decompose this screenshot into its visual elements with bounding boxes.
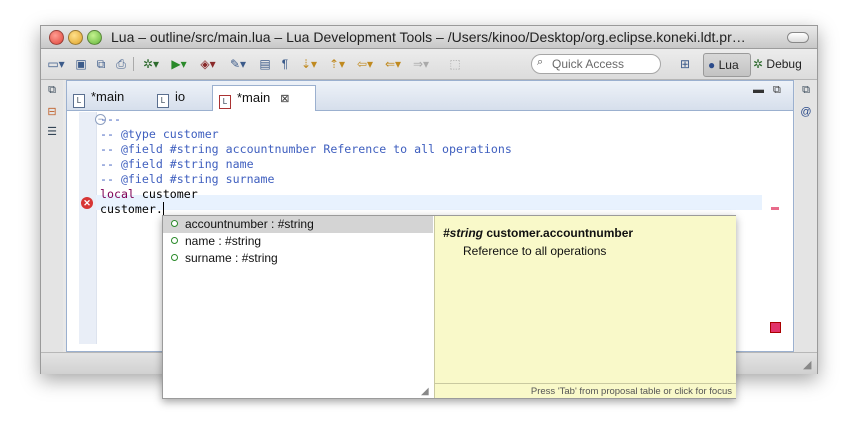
minimize-icon[interactable]: ▬ xyxy=(753,84,764,96)
error-marker-icon[interactable]: ✕ xyxy=(81,197,93,209)
info-description: Reference to all operations xyxy=(463,244,607,258)
editor-tab-bar: L *main Lio L *main ⊠ ▬ ⧉ xyxy=(67,81,793,111)
code-line: -- @field #string surname xyxy=(100,172,275,186)
content-assist-popup: accountnumber : #string name : #string s… xyxy=(162,215,736,399)
run-icon[interactable]: ▶▾ xyxy=(167,55,191,73)
info-name: customer.accountnumber xyxy=(486,226,634,240)
restore-icon[interactable]: ⧉ xyxy=(46,84,58,96)
debug-bug-icon[interactable]: ✲▾ xyxy=(139,55,163,73)
debug-perspective-icon: ✲ xyxy=(753,57,764,71)
identifier-token: customer xyxy=(134,187,198,201)
zoom-window-button[interactable] xyxy=(87,30,102,45)
info-footer-text: Press 'Tab' from proposal table or click… xyxy=(530,386,732,397)
tab-main-1[interactable]: L *main xyxy=(73,85,149,110)
project-explorer-icon[interactable]: ⊟ xyxy=(46,106,58,118)
resize-grip-icon[interactable]: ◢ xyxy=(803,358,811,371)
previous-annotation-icon[interactable]: ⇡▾ xyxy=(325,55,349,73)
save-icon[interactable]: ▣ xyxy=(73,55,89,73)
proposal-label: name : #string xyxy=(185,234,262,248)
tab-label: io xyxy=(175,89,186,104)
proposal-info-pane[interactable]: #string customer.accountnumber Reference… xyxy=(434,216,736,398)
forward-icon[interactable]: ⇒▾ xyxy=(409,55,433,73)
tab-io[interactable]: Lio xyxy=(157,85,207,110)
right-trim-stack: ⧉ @ xyxy=(795,80,817,373)
proposal-item[interactable]: surname : #string xyxy=(163,250,433,267)
save-all-icon[interactable]: ⧉ xyxy=(93,55,109,73)
restore-icon[interactable]: ⧉ xyxy=(800,84,812,96)
close-tab-icon[interactable]: ⊠ xyxy=(280,93,289,105)
outline-view-icon[interactable]: ☰ xyxy=(46,126,58,138)
lua-perspective-icon: ● xyxy=(708,58,716,72)
text-caret xyxy=(162,202,164,215)
code-line: --- xyxy=(100,112,121,126)
pin-editor-icon[interactable]: ⬚ xyxy=(447,55,463,73)
annotation-marker[interactable] xyxy=(771,207,779,210)
vertical-ruler[interactable] xyxy=(79,112,97,344)
lua-file-icon: L xyxy=(73,94,85,108)
print-icon[interactable]: ⎙ xyxy=(113,55,129,73)
info-title: #string customer.accountnumber xyxy=(443,226,633,240)
error-summary-marker[interactable] xyxy=(770,322,781,333)
code-line-current: customer. xyxy=(100,202,164,217)
perspective-debug-button[interactable]: ✲ Debug xyxy=(753,53,809,75)
info-footer: Press 'Tab' from proposal table or click… xyxy=(435,383,736,399)
window-title: Lua – outline/src/main.lua – Lua Develop… xyxy=(111,29,746,45)
field-icon xyxy=(171,237,178,244)
code-line: -- @field #string name xyxy=(100,157,254,171)
field-icon xyxy=(171,254,178,261)
back-icon[interactable]: ⇐▾ xyxy=(381,55,405,73)
quick-access-field[interactable]: ⌕ Quick Access xyxy=(531,54,661,74)
proposal-label: accountnumber : #string xyxy=(185,217,314,231)
code-line: local customer xyxy=(100,187,198,202)
proposal-item[interactable]: name : #string xyxy=(163,233,433,250)
search-icon: ⌕ xyxy=(537,56,544,68)
minimize-window-button[interactable] xyxy=(68,30,83,45)
new-file-icon[interactable]: ▭▾ xyxy=(45,55,67,73)
tab-main-active[interactable]: L *main ⊠ xyxy=(212,85,316,111)
next-annotation-icon[interactable]: ⇣▾ xyxy=(297,55,321,73)
tab-label: *main xyxy=(237,90,271,105)
code-line: -- @type customer xyxy=(100,127,219,141)
current-line-text: customer. xyxy=(100,202,163,216)
left-trim-stack: ⧉ ⊟ ☰ xyxy=(41,80,63,373)
lua-file-error-icon: L xyxy=(219,95,231,109)
field-icon xyxy=(171,220,178,227)
maximize-icon[interactable]: ⧉ xyxy=(773,84,781,97)
main-toolbar: ▭▾ ▣ ⧉ ⎙ ✲▾ ▶▾ ◈▾ ✎▾ ▤ ¶ ⇣▾ ⇡▾ ⇦▾ ⇐▾ ⇒▾ … xyxy=(41,49,817,80)
toggle-block-icon[interactable]: ▤ xyxy=(257,55,273,73)
at-sign-icon[interactable]: @ xyxy=(800,106,812,118)
toolbar-separator xyxy=(133,57,134,71)
last-edit-location-icon[interactable]: ⇦▾ xyxy=(353,55,377,73)
quick-access-placeholder: Quick Access xyxy=(552,57,625,71)
keyword-token: local xyxy=(100,187,135,201)
proposal-list[interactable]: accountnumber : #string name : #string s… xyxy=(163,216,433,398)
show-whitespace-icon[interactable]: ¶ xyxy=(277,55,293,73)
lua-file-icon: L xyxy=(157,94,169,108)
proposal-item[interactable]: accountnumber : #string xyxy=(163,216,433,233)
overview-ruler[interactable] xyxy=(765,112,785,344)
close-window-button[interactable] xyxy=(49,30,64,45)
external-tools-icon[interactable]: ◈▾ xyxy=(195,55,221,73)
edit-tool-icon[interactable]: ✎▾ xyxy=(225,55,251,73)
tab-label: *main xyxy=(91,89,125,104)
title-bar[interactable]: Lua – outline/src/main.lua – Lua Develop… xyxy=(41,26,817,49)
info-type: #string xyxy=(443,226,484,240)
open-perspective-icon[interactable]: ⊞ xyxy=(677,55,693,73)
resize-grip-icon[interactable]: ◢ xyxy=(421,386,429,397)
perspective-lua-button[interactable]: ● Lua xyxy=(703,53,751,77)
code-line: -- @field #string accountnumber Referenc… xyxy=(100,142,512,156)
perspective-lua-label: Lua xyxy=(718,58,739,72)
proposal-label: surname : #string xyxy=(185,251,278,265)
perspective-debug-label: Debug xyxy=(766,57,802,71)
toolbar-toggle-button[interactable] xyxy=(787,32,809,43)
